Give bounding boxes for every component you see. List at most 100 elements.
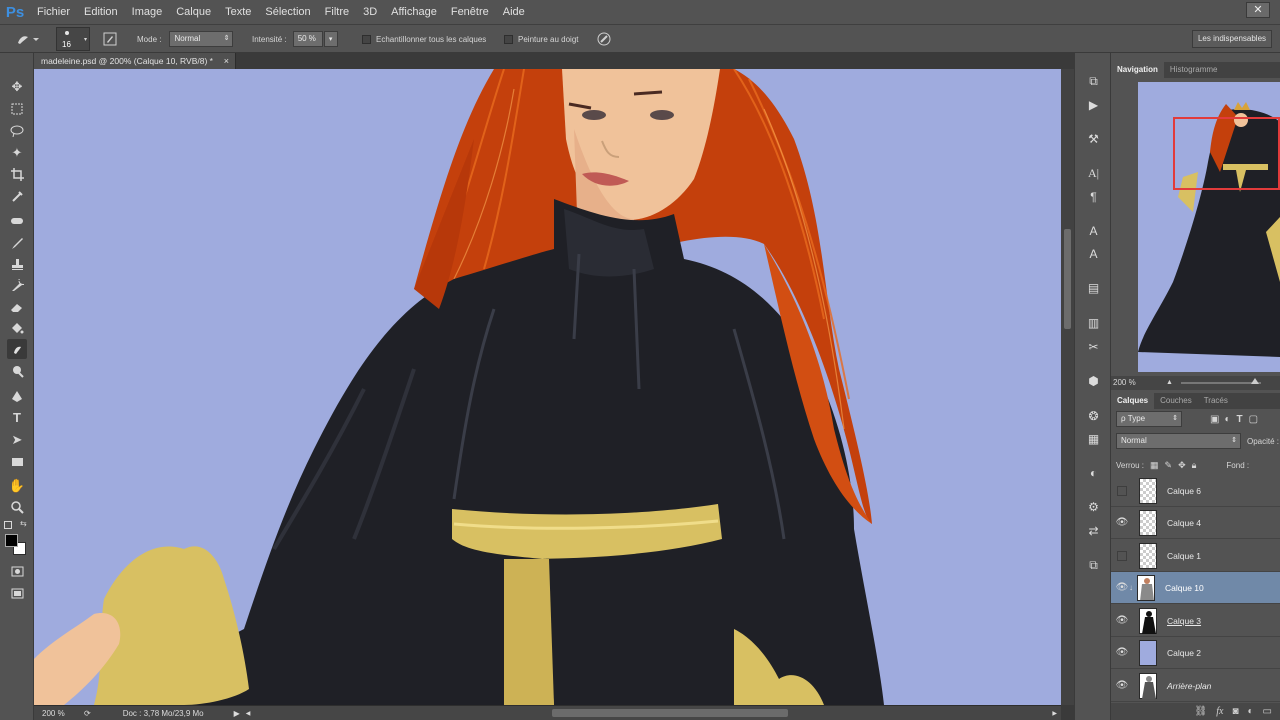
eye-icon[interactable]: 👁︎ (1111, 615, 1133, 626)
crop-tool-icon[interactable] (7, 164, 27, 184)
brush-panel-toggle-icon[interactable] (103, 25, 117, 53)
eye-icon[interactable]: 👁︎ (1111, 680, 1133, 691)
tab-paths[interactable]: Tracés (1198, 393, 1234, 409)
zoom-out-icon[interactable]: ▲ (1166, 376, 1173, 390)
color-panel-icon[interactable]: ◐ (1085, 465, 1102, 482)
pen-tool-icon[interactable] (7, 386, 27, 406)
filter-adjustment-icon[interactable]: ◐ (1224, 414, 1230, 425)
menu-filtre[interactable]: Filtre (318, 0, 356, 24)
smudge-tool-icon[interactable] (7, 339, 27, 359)
navigator-view-rect[interactable] (1173, 117, 1280, 190)
adjustments-panel-icon[interactable]: ⚙ (1085, 499, 1102, 516)
tab-layers[interactable]: Calques (1111, 393, 1155, 409)
marquee-tool-icon[interactable] (7, 99, 27, 119)
image-canvas[interactable] (34, 69, 1061, 705)
info-panel-icon[interactable]: ✂ (1085, 339, 1102, 356)
tab-navigation[interactable]: Navigation (1111, 62, 1164, 78)
menu-calque[interactable]: Calque (169, 0, 218, 24)
menu-3d[interactable]: 3D (356, 0, 384, 24)
brush-presets-icon[interactable]: ▤ (1085, 280, 1102, 297)
finger-paint-checkbox[interactable] (504, 34, 513, 44)
blend-mode-select[interactable]: Normal ⇕ (1116, 433, 1241, 449)
history-brush-tool-icon[interactable] (7, 275, 27, 295)
status-info-icon[interactable]: ⟳ (84, 709, 91, 718)
menu-selection[interactable]: Sélection (258, 0, 317, 24)
eyedropper-tool-icon[interactable] (7, 186, 27, 206)
status-zoom[interactable]: 200 % (42, 709, 80, 718)
lock-position-icon[interactable]: ✥ (1178, 460, 1186, 471)
menu-image[interactable]: Image (125, 0, 170, 24)
eye-icon[interactable]: 👁︎ (1111, 517, 1133, 528)
foreground-color-swatch[interactable] (5, 534, 18, 547)
navigator-thumbnail[interactable] (1138, 82, 1280, 372)
smudge-tool-preset-icon[interactable] (14, 25, 40, 53)
quick-mask-icon[interactable] (7, 561, 27, 581)
paragraph-panel-icon[interactable]: ¶ (1085, 189, 1102, 206)
tab-channels[interactable]: Couches (1154, 393, 1198, 409)
scroll-left-arrow-icon[interactable]: ◀ (246, 710, 251, 717)
tab-histogram[interactable]: Histogramme (1164, 62, 1224, 78)
close-document-icon[interactable]: × (224, 53, 229, 69)
slider-knob[interactable] (1251, 378, 1259, 384)
navigator-zoom-value[interactable]: 200 % (1113, 378, 1136, 387)
eraser-tool-icon[interactable] (7, 297, 27, 317)
eye-icon[interactable]: 👁︎ (1111, 647, 1133, 658)
pressure-brush-icon[interactable] (596, 25, 612, 53)
notes-panel-icon[interactable]: ▥ (1085, 315, 1102, 332)
zoom-tool-icon[interactable] (7, 497, 27, 517)
default-colors-icon[interactable] (4, 521, 12, 529)
magic-wand-tool-icon[interactable]: ✦ (7, 143, 27, 163)
healing-brush-tool-icon[interactable] (7, 211, 27, 231)
paragraph-styles-icon[interactable]: A (1085, 246, 1102, 263)
layer-row-calque-10[interactable]: 👁︎ ↓ Calque 10 (1111, 572, 1280, 604)
layer-row-calque-2[interactable]: 👁︎ Calque 2 (1111, 637, 1280, 669)
paint-bucket-tool-icon[interactable] (7, 318, 27, 338)
close-window-button[interactable]: ✕ (1246, 2, 1270, 18)
path-selection-tool-icon[interactable]: ➤ (7, 430, 27, 450)
tool-presets-icon[interactable]: ⚒ (1085, 131, 1102, 148)
vertical-scroll-thumb[interactable] (1064, 229, 1071, 329)
horizontal-scroll-thumb[interactable] (552, 709, 788, 717)
adjustment-icon[interactable]: ◐ (1248, 706, 1254, 717)
workspace-button[interactable]: Les indispensables (1192, 30, 1272, 48)
rectangle-tool-icon[interactable] (7, 452, 27, 472)
layer-row-calque-6[interactable]: Calque 6 (1111, 475, 1280, 507)
visibility-toggle[interactable] (1117, 550, 1127, 561)
screen-mode-icon[interactable] (7, 583, 27, 603)
scroll-right-arrow-icon[interactable]: ▶ (1052, 710, 1057, 717)
swatches-panel-icon[interactable]: ▦ (1085, 431, 1102, 448)
3d-panel-icon[interactable]: ⬢ (1085, 373, 1102, 390)
actions-panel-icon[interactable]: ▶ (1085, 97, 1102, 114)
dodge-tool-icon[interactable] (7, 361, 27, 381)
fx-icon[interactable]: fx (1216, 706, 1223, 717)
layer-row-calque-1[interactable]: Calque 1 (1111, 540, 1280, 572)
intensity-dropdown-button[interactable]: ▾ (323, 31, 338, 47)
link-icon[interactable]: ⛓︎ (1195, 706, 1208, 717)
layer-row-calque-4[interactable]: 👁︎ Calque 4 (1111, 507, 1280, 539)
lock-transparent-icon[interactable]: ▦ (1150, 460, 1159, 471)
history-panel-icon[interactable]: ⧉ (1085, 73, 1102, 90)
hand-tool-icon[interactable]: ✋ (7, 476, 27, 496)
type-tool-icon[interactable]: T (7, 408, 27, 428)
brush-size-picker[interactable]: 16 ▾ (56, 27, 90, 51)
lock-all-icon[interactable]: 🔒︎ (1192, 460, 1197, 471)
clone-stamp-tool-icon[interactable] (7, 254, 27, 274)
navigator-zoom-slider[interactable] (1181, 378, 1261, 384)
mask-icon[interactable]: ◙ (1232, 706, 1238, 717)
brush-tool-icon[interactable] (7, 233, 27, 253)
visibility-toggle[interactable] (1117, 485, 1127, 496)
filter-shape-icon[interactable]: ▢ (1249, 414, 1258, 425)
status-menu-arrow-icon[interactable]: ▶ (234, 709, 240, 718)
layer-filter-select[interactable]: ρ Type ⇕ (1116, 411, 1182, 427)
menu-fenetre[interactable]: Fenêtre (444, 0, 496, 24)
filter-type-icon[interactable]: T (1237, 414, 1243, 425)
layer-comps-icon[interactable]: ⧉ (1085, 557, 1102, 574)
menu-aide[interactable]: Aide (496, 0, 532, 24)
layer-row-background[interactable]: 👁︎ Arrière-plan (1111, 670, 1280, 702)
document-tab[interactable]: madeleine.psd @ 200% (Calque 10, RVB/8) … (34, 53, 236, 69)
menu-affichage[interactable]: Affichage (384, 0, 444, 24)
menu-fichier[interactable]: Fichier (30, 0, 77, 24)
lasso-tool-icon[interactable] (7, 121, 27, 141)
swap-colors-icon[interactable]: ⇆ (20, 519, 27, 528)
sample-all-layers-checkbox[interactable] (362, 34, 371, 44)
